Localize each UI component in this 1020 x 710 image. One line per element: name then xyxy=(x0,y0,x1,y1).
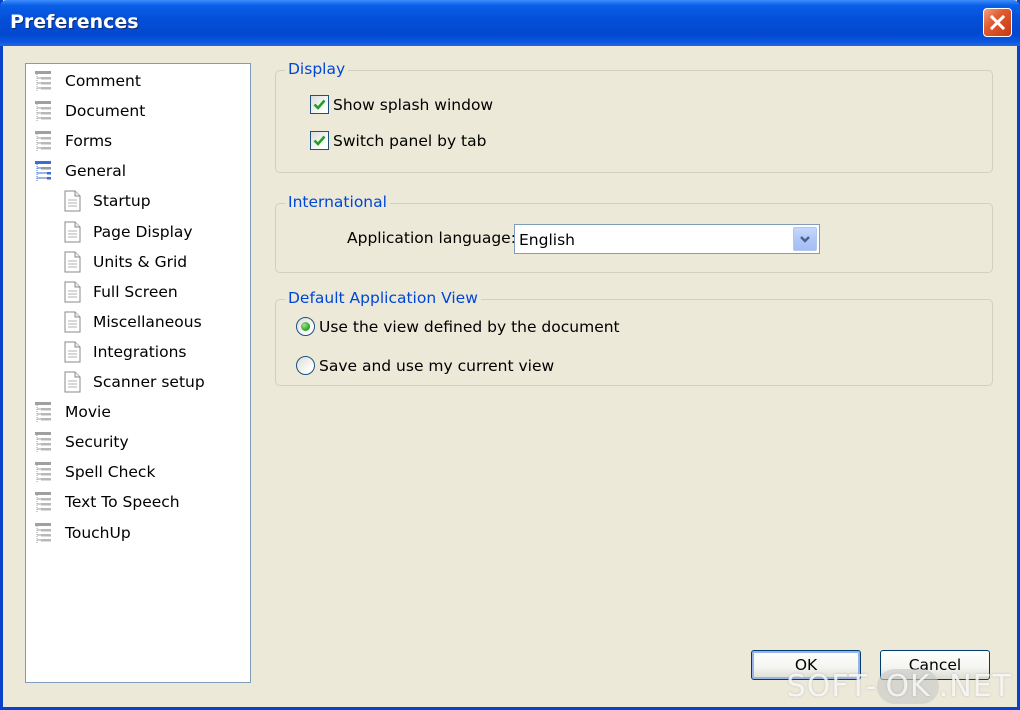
tree-item-movie[interactable]: Movie xyxy=(32,399,113,425)
window-title: Preferences xyxy=(10,11,139,33)
language-select[interactable]: English xyxy=(514,224,820,254)
page-icon xyxy=(60,249,84,275)
tree-item-label: General xyxy=(65,162,127,181)
tree-item-label: Miscellaneous xyxy=(93,312,202,331)
tree-item-label: Spell Check xyxy=(65,463,156,482)
title-bar[interactable]: Preferences xyxy=(0,0,1020,46)
tree-item-label: Document xyxy=(65,102,146,121)
tree-node-icon xyxy=(32,459,56,485)
tree-item-label: Movie xyxy=(65,403,111,422)
tree-node-icon xyxy=(32,489,56,515)
tree-node-expanded-icon xyxy=(32,158,56,184)
tree-item-label: Forms xyxy=(65,132,113,151)
international-legend: International xyxy=(285,193,390,211)
close-button[interactable] xyxy=(983,8,1012,37)
view-document-row[interactable]: Use the view defined by the document xyxy=(296,317,620,336)
watermark: SOFT- OK .NET xyxy=(787,669,1012,704)
watermark-part3: .NET xyxy=(938,669,1012,704)
switch-panel-checkbox[interactable] xyxy=(310,131,329,150)
view-current-radio[interactable] xyxy=(296,356,315,375)
close-icon xyxy=(989,14,1006,31)
radio-selected-dot xyxy=(301,322,310,331)
display-group: Display xyxy=(275,60,993,173)
tree-item-label: TouchUp xyxy=(65,523,131,542)
language-select-value: English xyxy=(519,231,575,249)
dropdown-button[interactable] xyxy=(793,227,817,251)
tree-item-label: Text To Speech xyxy=(65,493,180,512)
chevron-down-icon xyxy=(800,236,810,243)
tree-item-text-to-speech[interactable]: Text To Speech xyxy=(32,489,182,515)
display-legend: Display xyxy=(285,60,349,78)
show-splash-label: Show splash window xyxy=(333,95,494,114)
tree-item-forms[interactable]: Forms xyxy=(32,128,114,154)
show-splash-checkbox[interactable] xyxy=(310,95,329,114)
tree-node-icon xyxy=(32,98,56,124)
category-tree[interactable]: Comment Document Forms General Startup Page D… xyxy=(25,63,251,683)
tree-item-label: Comment xyxy=(65,72,141,90)
tree-item-label: Startup xyxy=(93,192,151,211)
tree-item-comment[interactable]: Comment xyxy=(32,68,143,94)
tree-item-general[interactable]: General xyxy=(32,158,128,184)
view-document-label: Use the view defined by the document xyxy=(319,317,620,336)
tree-node-icon xyxy=(32,520,56,546)
default-view-legend: Default Application View xyxy=(285,289,481,307)
view-document-radio[interactable] xyxy=(296,317,315,336)
page-icon xyxy=(60,279,84,305)
tree-item-label: Full Screen xyxy=(93,282,178,301)
tree-item-document[interactable]: Document xyxy=(32,98,147,124)
tree-item-touchup[interactable]: TouchUp xyxy=(32,520,133,546)
tree-item-label: Scanner setup xyxy=(93,373,205,391)
tree-item-startup[interactable]: Startup xyxy=(60,188,153,214)
tree-item-integrations[interactable]: Integrations xyxy=(60,339,188,365)
tree-node-icon xyxy=(32,68,56,94)
switch-panel-label: Switch panel by tab xyxy=(333,131,487,150)
tree-item-scanner-setup[interactable]: Scanner setup xyxy=(60,369,207,395)
switch-panel-row[interactable]: Switch panel by tab xyxy=(310,131,486,150)
tree-item-label: Security xyxy=(65,433,129,452)
tree-item-miscellaneous[interactable]: Miscellaneous xyxy=(60,309,204,335)
tree-item-full-screen[interactable]: Full Screen xyxy=(60,279,180,305)
page-icon xyxy=(60,309,84,335)
page-icon xyxy=(60,188,84,214)
tree-node-icon xyxy=(32,429,56,455)
tree-item-units-grid[interactable]: Units & Grid xyxy=(60,249,189,275)
watermark-part2: OK xyxy=(877,669,939,704)
watermark-part1: SOFT- xyxy=(786,669,878,704)
page-icon xyxy=(60,339,84,365)
tree-item-label: Page Display xyxy=(93,222,193,241)
tree-item-security[interactable]: Security xyxy=(32,429,131,455)
page-icon xyxy=(60,369,84,395)
tree-node-icon xyxy=(32,128,56,154)
checkmark-icon xyxy=(313,135,326,146)
view-current-row[interactable]: Save and use my current view xyxy=(296,356,554,375)
page-icon xyxy=(60,219,84,245)
checkmark-icon xyxy=(313,99,326,110)
tree-item-label: Units & Grid xyxy=(93,252,188,271)
tree-item-spell-check[interactable]: Spell Check xyxy=(32,459,157,485)
tree-node-icon xyxy=(32,399,56,425)
tree-item-label: Integrations xyxy=(93,342,187,361)
language-label: Application language: xyxy=(347,229,516,247)
view-current-label: Save and use my current view xyxy=(319,356,555,375)
show-splash-row[interactable]: Show splash window xyxy=(310,95,493,114)
tree-item-page-display[interactable]: Page Display xyxy=(60,219,195,245)
